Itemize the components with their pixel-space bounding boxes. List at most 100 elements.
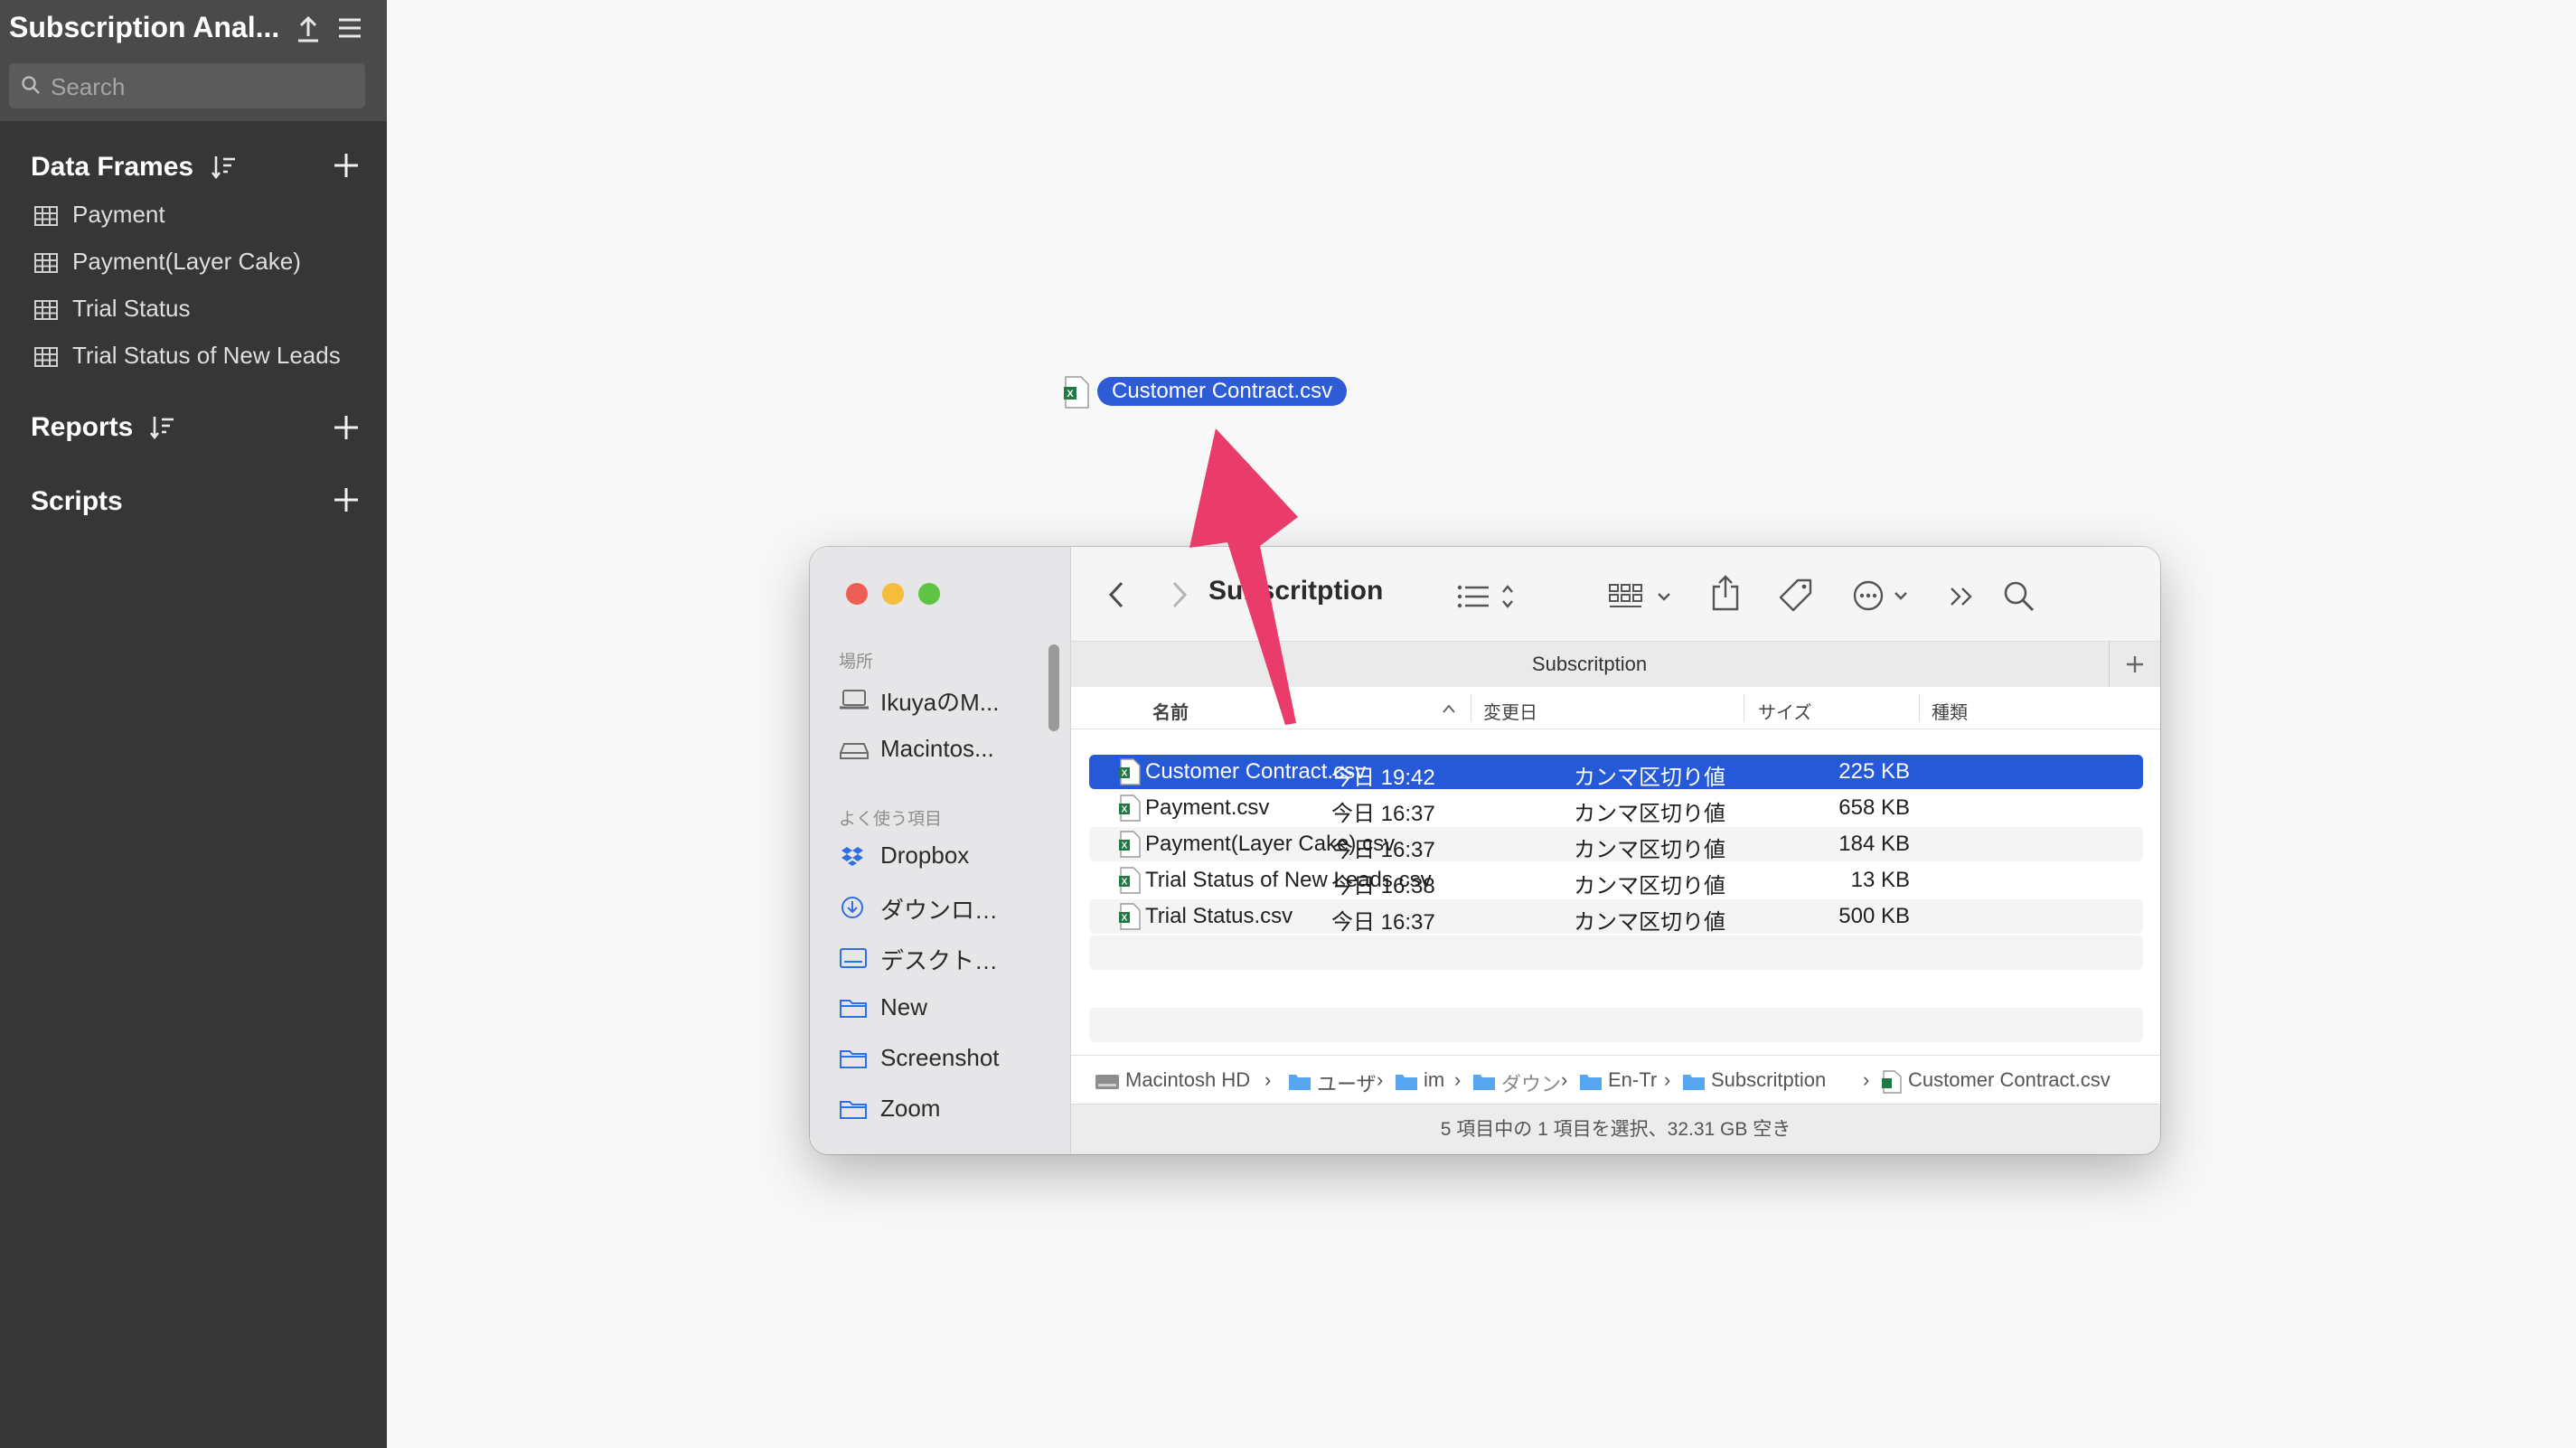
csv-file-icon: X [1119, 758, 1141, 785]
empty-row [1089, 936, 2143, 970]
sidebar-item-this-mac[interactable]: IkuyaのM... [839, 679, 1056, 719]
sidebar-scrollbar[interactable] [1048, 644, 1059, 731]
csv-file-icon [1882, 1070, 1902, 1094]
section-data-frames[interactable]: Data Frames [31, 152, 193, 183]
finder-sidebar: 場所 IkuyaのM... Macintos... よく使う項目 Dropbox… [810, 547, 1071, 1154]
sidebar-item-downloads[interactable]: ダウンロ… [839, 887, 1056, 926]
file-size: 184 KB [1838, 832, 1910, 856]
folder-icon [1580, 1075, 1602, 1090]
back-chevron-icon[interactable] [1105, 579, 1127, 610]
finder-toolbar: Subscritption [1071, 547, 2160, 644]
file-name: Payment.csv [1145, 795, 1270, 820]
minimize-window-button[interactable] [882, 583, 904, 605]
sidebar-item-label: Dropbox [880, 842, 970, 869]
file-size: 500 KB [1838, 904, 1910, 928]
finder-window: 場所 IkuyaのM... Macintos... よく使う項目 Dropbox… [810, 547, 2160, 1154]
close-window-button[interactable] [846, 583, 868, 605]
data-frame-label: Payment(Layer Cake) [72, 248, 301, 275]
project-title[interactable]: Subscription Anal... [9, 11, 279, 44]
path-segment[interactable]: im [1424, 1068, 1444, 1092]
sidebar-item-macintosh-hd[interactable]: Macintos... [839, 729, 1056, 769]
more-actions-icon[interactable] [1852, 579, 1917, 612]
path-segment[interactable]: En-Tr [1608, 1068, 1657, 1092]
zoom-window-button[interactable] [918, 583, 940, 605]
sort-ascending-chevron-icon[interactable] [1442, 703, 1456, 714]
sidebar-item-label: Zoom [880, 1095, 941, 1122]
list-view-icon[interactable] [1456, 581, 1519, 612]
column-header-size[interactable]: サイズ [1758, 698, 1811, 724]
path-separator: › [1664, 1068, 1671, 1091]
sidebar-item-desktop[interactable]: デスクト… [839, 937, 1056, 977]
sidebar-item-new[interactable]: New [839, 988, 1056, 1028]
column-header: 名前 変更日 サイズ 種類 [1071, 687, 2160, 729]
search-icon[interactable] [2002, 579, 2036, 614]
table-icon [34, 206, 58, 226]
section-reports[interactable]: Reports [31, 412, 133, 443]
sidebar-item-zoom[interactable]: Zoom [839, 1089, 1056, 1129]
add-report-icon[interactable] [331, 412, 362, 443]
group-view-icon[interactable] [1608, 581, 1680, 612]
file-modified: 今日 19:42 [1331, 766, 1435, 790]
csv-file-icon: X [1119, 867, 1141, 894]
sidebar-item-label: デスクト… [880, 947, 999, 974]
data-frame-item[interactable]: Trial Status [33, 293, 376, 329]
path-separator: › [1863, 1068, 1870, 1091]
file-modified: 今日 16:37 [1331, 802, 1435, 826]
file-row[interactable]: X Payment(Layer Cake).csv 今日 16:37 184 K… [1089, 827, 2143, 862]
forward-chevron-icon[interactable] [1169, 579, 1190, 610]
file-size: 658 KB [1838, 795, 1910, 820]
share-icon[interactable] [1709, 574, 1742, 612]
download-icon [841, 897, 863, 918]
hamburger-menu-icon[interactable] [336, 14, 363, 42]
folder-icon [1396, 1075, 1417, 1090]
file-name: Trial Status.csv [1145, 904, 1293, 928]
sidebar-item-screenshot[interactable]: Screenshot [839, 1039, 1056, 1078]
file-kind: カンマ区切り値 [1574, 802, 1725, 826]
svg-text:X: X [1122, 842, 1128, 851]
file-modified: 今日 16:37 [1331, 910, 1435, 935]
column-header-modified[interactable]: 変更日 [1483, 698, 1537, 724]
new-tab-icon[interactable] [2109, 642, 2160, 687]
drive-icon [840, 743, 869, 759]
file-row[interactable]: X Trial Status of New Leads.csv 今日 16:38… [1089, 863, 2143, 898]
column-header-name[interactable]: 名前 [1152, 698, 1189, 724]
sort-icon[interactable] [148, 414, 175, 441]
path-segment[interactable]: Macintosh HD [1125, 1068, 1250, 1092]
sidebar-item-label: Macintos... [880, 735, 994, 762]
file-row[interactable]: X Customer Contract.csv 今日 19:42 225 KB … [1089, 755, 2143, 790]
path-segment[interactable]: ダウン [1501, 1068, 1561, 1097]
column-header-kind[interactable]: 種類 [1932, 698, 1968, 724]
upload-icon[interactable] [295, 13, 322, 43]
finder-main: Subscritption Subscritption 名前 変更日 サイズ 種… [1071, 547, 2160, 1154]
add-script-icon[interactable] [331, 484, 362, 515]
file-size: 13 KB [1850, 868, 1910, 892]
file-kind: カンマ区切り値 [1574, 874, 1725, 898]
file-kind: カンマ区切り値 [1574, 766, 1725, 790]
table-icon [34, 253, 58, 273]
section-scripts[interactable]: Scripts [31, 486, 123, 517]
data-frame-item[interactable]: Payment [33, 199, 376, 235]
file-row[interactable]: X Payment.csv 今日 16:37 658 KB カンマ区切り値 [1089, 791, 2143, 826]
tag-icon[interactable] [1778, 578, 1814, 614]
add-data-frame-icon[interactable] [331, 150, 362, 181]
path-segment[interactable]: Customer Contract.csv [1908, 1068, 2111, 1092]
laptop-icon [840, 690, 869, 710]
csv-file-icon: X [1119, 903, 1141, 930]
tab-subscritption[interactable]: Subscritption [1071, 642, 2108, 687]
file-row[interactable]: X Trial Status.csv 今日 16:37 500 KB カンマ区切… [1089, 899, 2143, 935]
dragged-file-label[interactable]: Customer Contract.csv [1097, 377, 1348, 406]
data-frame-item[interactable]: Trial Status of New Leads [33, 340, 376, 376]
path-bar: Macintosh HD › ユーザ › im › ダウン › En-Tr › … [1071, 1055, 2160, 1105]
data-frame-item[interactable]: Payment(Layer Cake) [33, 246, 376, 282]
file-kind: カンマ区切り値 [1574, 838, 1725, 862]
sidebar-search[interactable] [9, 63, 365, 108]
search-input[interactable] [49, 69, 360, 105]
toolbar-overflow-icon[interactable] [1948, 585, 1977, 608]
sidebar-item-dropbox[interactable]: Dropbox [839, 836, 1056, 876]
file-size: 225 KB [1838, 759, 1910, 784]
path-segment[interactable]: Subscritption [1711, 1068, 1826, 1092]
table-icon [34, 300, 58, 320]
sort-icon[interactable] [210, 154, 237, 181]
sidebar-item-label: Screenshot [880, 1044, 1000, 1071]
path-segment[interactable]: ユーザ [1317, 1068, 1377, 1097]
